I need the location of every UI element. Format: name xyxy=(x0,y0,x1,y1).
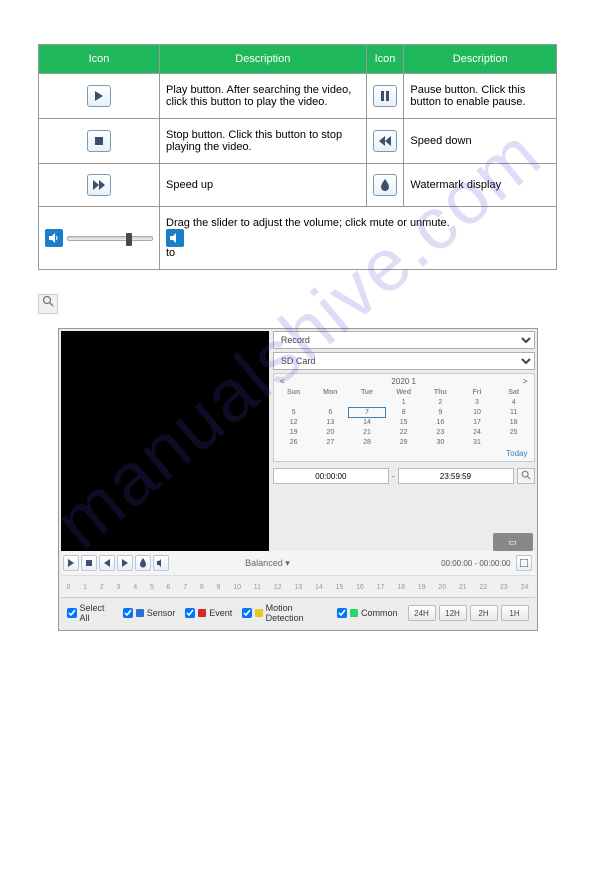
th-desc: Description xyxy=(160,45,367,74)
fullscreen-button[interactable] xyxy=(516,555,532,571)
zoom-24h[interactable]: 24H xyxy=(408,605,436,621)
calendar[interactable]: <2020 1 > SunMonTueWedThuFriSat 1234 5678… xyxy=(273,373,535,462)
volume-desc: Drag the slider to adjust the volume; cl… xyxy=(160,207,557,270)
zoom-2h[interactable]: 2H xyxy=(470,605,498,621)
watermark-desc: Watermark display xyxy=(404,164,557,207)
mute-toggle-icon xyxy=(166,229,184,247)
pause-desc: Pause button. Click this button to enabl… xyxy=(404,74,557,119)
rewind-desc: Speed down xyxy=(404,119,557,164)
th-icon2: Icon xyxy=(366,45,404,74)
motion-checkbox[interactable]: Motion Detection xyxy=(242,603,327,623)
speaker-icon xyxy=(45,229,63,247)
video-area[interactable] xyxy=(61,331,269,551)
cal-month: 2020 1 xyxy=(391,377,415,386)
next-frame-button[interactable] xyxy=(117,555,133,571)
stop-desc: Stop button. Click this button to stop p… xyxy=(160,119,367,164)
download-button[interactable]: ▭ xyxy=(493,533,533,551)
volume-slider[interactable] xyxy=(45,229,153,247)
event-checkbox[interactable]: Event xyxy=(185,608,232,618)
watermark-icon xyxy=(373,174,397,196)
th-icon: Icon xyxy=(39,45,160,74)
stop-icon xyxy=(87,130,111,152)
cal-next[interactable]: > xyxy=(523,377,528,386)
video-player: Record SD Card <2020 1 > SunMonTueWedThuF… xyxy=(58,328,538,631)
zoom-1h[interactable]: 1H xyxy=(501,605,529,621)
play-icon xyxy=(87,85,111,107)
time-to-input[interactable] xyxy=(398,468,514,484)
common-checkbox[interactable]: Common xyxy=(337,608,398,618)
play-button[interactable] xyxy=(63,555,79,571)
time-position: 00:00:00 - 00:00:00 xyxy=(441,559,510,568)
search-button[interactable] xyxy=(517,468,535,484)
record-select[interactable]: Record xyxy=(273,331,535,349)
forward-desc: Speed up xyxy=(160,164,367,207)
th-desc2: Description xyxy=(404,45,557,74)
storage-select[interactable]: SD Card xyxy=(273,352,535,370)
search-icon-inline xyxy=(38,294,58,314)
pause-icon xyxy=(373,85,397,107)
forward-icon xyxy=(87,174,111,196)
stream-label[interactable]: Balanced ▾ xyxy=(245,558,290,569)
calendar-grid: SunMonTueWedThuFriSat 1234 567891011 121… xyxy=(276,388,532,447)
select-all-checkbox[interactable]: Select All xyxy=(67,603,113,623)
rewind-icon xyxy=(373,130,397,152)
icon-desc-table: Icon Description Icon Description Play b… xyxy=(38,44,557,270)
play-desc: Play button. After searching the video, … xyxy=(160,74,367,119)
today-link[interactable]: Today xyxy=(276,447,532,458)
cal-prev[interactable]: < xyxy=(280,377,285,386)
zoom-12h[interactable]: 12H xyxy=(439,605,467,621)
time-from-input[interactable] xyxy=(273,468,389,484)
mute-button[interactable] xyxy=(153,555,169,571)
stop-button[interactable] xyxy=(81,555,97,571)
timeline[interactable]: 0123456789101112131415161718192021222324 xyxy=(61,575,535,597)
prev-frame-button[interactable] xyxy=(99,555,115,571)
watermark-button[interactable] xyxy=(135,555,151,571)
sensor-checkbox[interactable]: Sensor xyxy=(123,608,176,618)
